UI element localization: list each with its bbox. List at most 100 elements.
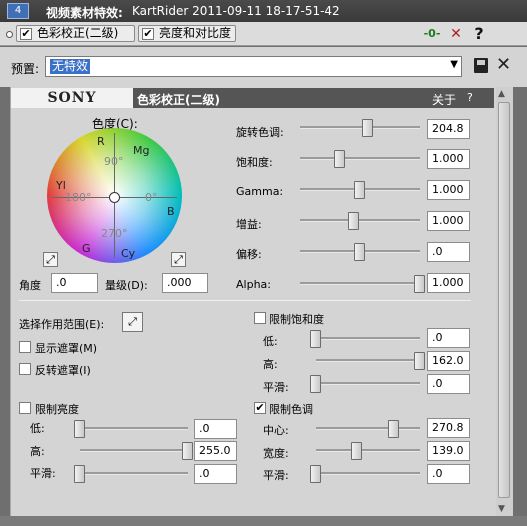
hue-width-thumb[interactable] — [350, 442, 362, 460]
offset-field[interactable]: .0 — [427, 242, 470, 262]
hue-smooth-track[interactable] — [316, 472, 420, 475]
chain-plugin-checkbox[interactable]: ✔ — [142, 28, 154, 40]
alpha-thumb[interactable] — [414, 275, 425, 293]
chain-plugin-label: 亮度和对比度 — [159, 26, 232, 40]
sat-smooth-field[interactable]: .0 — [427, 374, 470, 394]
status-bar — [0, 516, 527, 526]
hue-center-track[interactable] — [316, 427, 420, 430]
about-link[interactable]: 关于 — [432, 91, 456, 108]
hue-center-field[interactable]: 270.8 — [427, 418, 470, 438]
angle-label: 角度 — [19, 279, 41, 292]
hue-width-track[interactable] — [316, 449, 420, 452]
eyedropper-icon[interactable]: ⤢ — [171, 252, 186, 267]
luma-smooth-label: 平滑: — [30, 467, 56, 480]
gain-track[interactable] — [300, 219, 420, 222]
sat-high-thumb[interactable] — [414, 352, 425, 370]
hue-rotation-thumb[interactable] — [362, 119, 374, 137]
wheel-center-handle[interactable] — [109, 192, 120, 203]
limit-saturation-label[interactable]: 限制饱和度 — [269, 311, 324, 327]
about-help-icon[interactable]: ? — [467, 91, 473, 104]
saturation-thumb[interactable] — [333, 150, 345, 168]
luma-low-label: 低: — [30, 422, 45, 435]
angle-field[interactable]: .0 — [51, 273, 98, 293]
sat-smooth-thumb[interactable] — [310, 375, 321, 393]
alpha-field[interactable]: 1.000 — [427, 273, 470, 293]
hue-smooth-field[interactable]: .0 — [427, 464, 470, 484]
hue-center-label: 中心: — [263, 424, 289, 437]
scroll-down-icon[interactable]: ▼ — [498, 504, 505, 514]
luma-smooth-field[interactable]: .0 — [194, 464, 237, 484]
section-divider — [19, 300, 471, 301]
alpha-track[interactable] — [300, 282, 420, 285]
limit-hue-checkbox[interactable]: ✔ — [254, 402, 266, 414]
gain-thumb[interactable] — [348, 212, 359, 230]
luma-high-thumb[interactable] — [182, 442, 193, 460]
wheel-degree-270: 270° — [101, 227, 128, 240]
eyedropper-icon[interactable]: ⤢ — [43, 252, 58, 267]
sat-low-track[interactable] — [316, 337, 420, 340]
chevron-down-icon[interactable]: ▼ — [450, 59, 458, 70]
limit-hue-label[interactable]: 限制色调 — [269, 401, 313, 417]
save-preset-icon[interactable] — [474, 58, 488, 73]
help-icon[interactable]: ? — [470, 26, 488, 42]
sat-high-track[interactable] — [316, 359, 420, 362]
select-range-eyedropper-icon[interactable]: ⤢ — [122, 312, 143, 332]
luma-high-track[interactable] — [80, 449, 188, 452]
offset-thumb[interactable] — [354, 243, 365, 261]
gain-field[interactable]: 1.000 — [427, 211, 470, 231]
window-title-value: KartRider 2011-09-11 18-17-51-42 — [132, 4, 340, 18]
delete-preset-icon[interactable]: ✕ — [496, 54, 511, 75]
alpha-label: Alpha: — [236, 278, 271, 291]
gamma-field[interactable]: 1.000 — [427, 180, 470, 200]
invert-mask-label[interactable]: 反转遮罩(I) — [35, 362, 91, 378]
offset-label: 偏移: — [236, 248, 262, 261]
luma-low-field[interactable]: .0 — [194, 419, 237, 439]
scroll-thumb[interactable] — [498, 102, 510, 498]
sat-low-field[interactable]: .0 — [427, 328, 470, 348]
saturation-label: 饱和度: — [236, 156, 273, 169]
saturation-field[interactable]: 1.000 — [427, 149, 470, 169]
chain-plugin-color-correct[interactable]: ✔ 色彩校正(二级) — [16, 25, 135, 42]
saturation-track[interactable] — [300, 157, 420, 160]
limit-luminance-checkbox[interactable] — [19, 402, 31, 414]
hue-width-field[interactable]: 139.0 — [427, 441, 470, 461]
chain-plugin-label: 色彩校正(二级) — [37, 26, 119, 40]
hue-center-thumb[interactable] — [388, 420, 399, 438]
magnitude-field[interactable]: .000 — [162, 273, 208, 293]
luma-high-field[interactable]: 255.0 — [194, 441, 237, 461]
sat-smooth-track[interactable] — [316, 382, 420, 385]
hue-smooth-label: 平滑: — [263, 469, 289, 482]
hue-rotation-track[interactable] — [300, 126, 420, 129]
show-mask-checkbox[interactable] — [19, 341, 31, 353]
luma-smooth-track[interactable] — [80, 472, 188, 475]
plugin-chain-icon[interactable]: -0- — [423, 26, 441, 42]
chain-plugin-checkbox[interactable]: ✔ — [20, 28, 32, 40]
select-range-label: 选择作用范围(E): — [19, 318, 105, 331]
sat-low-thumb[interactable] — [310, 330, 321, 348]
scroll-up-icon[interactable]: ▲ — [498, 89, 505, 99]
hue-rotation-field[interactable]: 204.8 — [427, 119, 470, 139]
wheel-label-b: B — [167, 205, 175, 218]
hue-smooth-thumb[interactable] — [310, 465, 321, 483]
window-title-label: 视频素材特效: — [46, 6, 123, 20]
sony-logo: SONY — [11, 88, 133, 108]
wheel-label-r: R — [97, 135, 105, 148]
limit-luminance-label[interactable]: 限制亮度 — [35, 401, 79, 417]
wheel-degree-180: 180° — [65, 191, 92, 204]
remove-plugin-icon[interactable]: ✕ — [447, 26, 465, 42]
panel-scrollbar[interactable]: ▲ ▼ — [496, 87, 513, 516]
invert-mask-checkbox[interactable] — [19, 363, 31, 375]
sat-low-label: 低: — [263, 335, 278, 348]
window-title-bar: 4 视频素材特效: KartRider 2011-09-11 18-17-51-… — [0, 0, 527, 22]
chain-plugin-brightness-contrast[interactable]: ✔ 亮度和对比度 — [138, 25, 236, 42]
preset-value[interactable]: 无特效 — [50, 59, 91, 74]
limit-saturation-checkbox[interactable] — [254, 312, 266, 324]
hue-rotation-label: 旋转色调: — [236, 126, 284, 139]
gamma-thumb[interactable] — [354, 181, 365, 199]
luma-low-track[interactable] — [80, 427, 188, 430]
preset-dropdown[interactable]: 无特效 ▼ — [45, 56, 462, 77]
show-mask-label[interactable]: 显示遮罩(M) — [35, 340, 97, 356]
luma-smooth-thumb[interactable] — [74, 465, 85, 483]
luma-low-thumb[interactable] — [74, 420, 85, 438]
sat-high-field[interactable]: 162.0 — [427, 351, 470, 371]
